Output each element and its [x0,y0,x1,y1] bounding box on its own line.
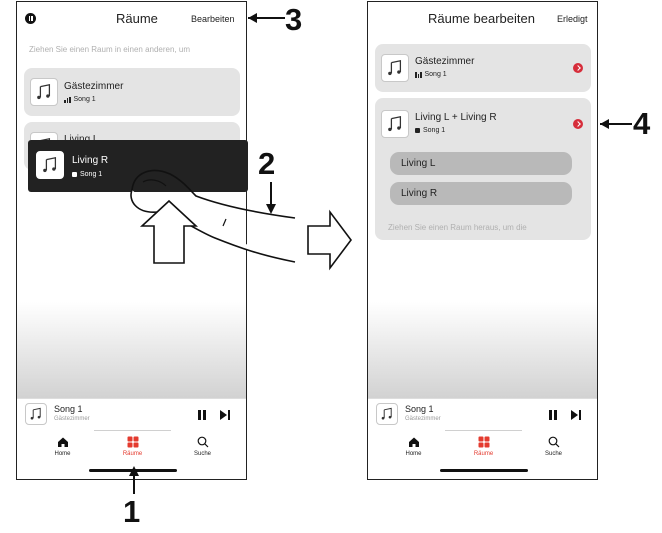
callout-4: 4 [633,106,651,141]
annotation-overlay [129,13,632,494]
next-step-arrow-icon [307,209,352,271]
callout-2: 2 [258,146,276,181]
callout-3: 3 [285,2,303,37]
callout-1: 1 [123,494,141,529]
